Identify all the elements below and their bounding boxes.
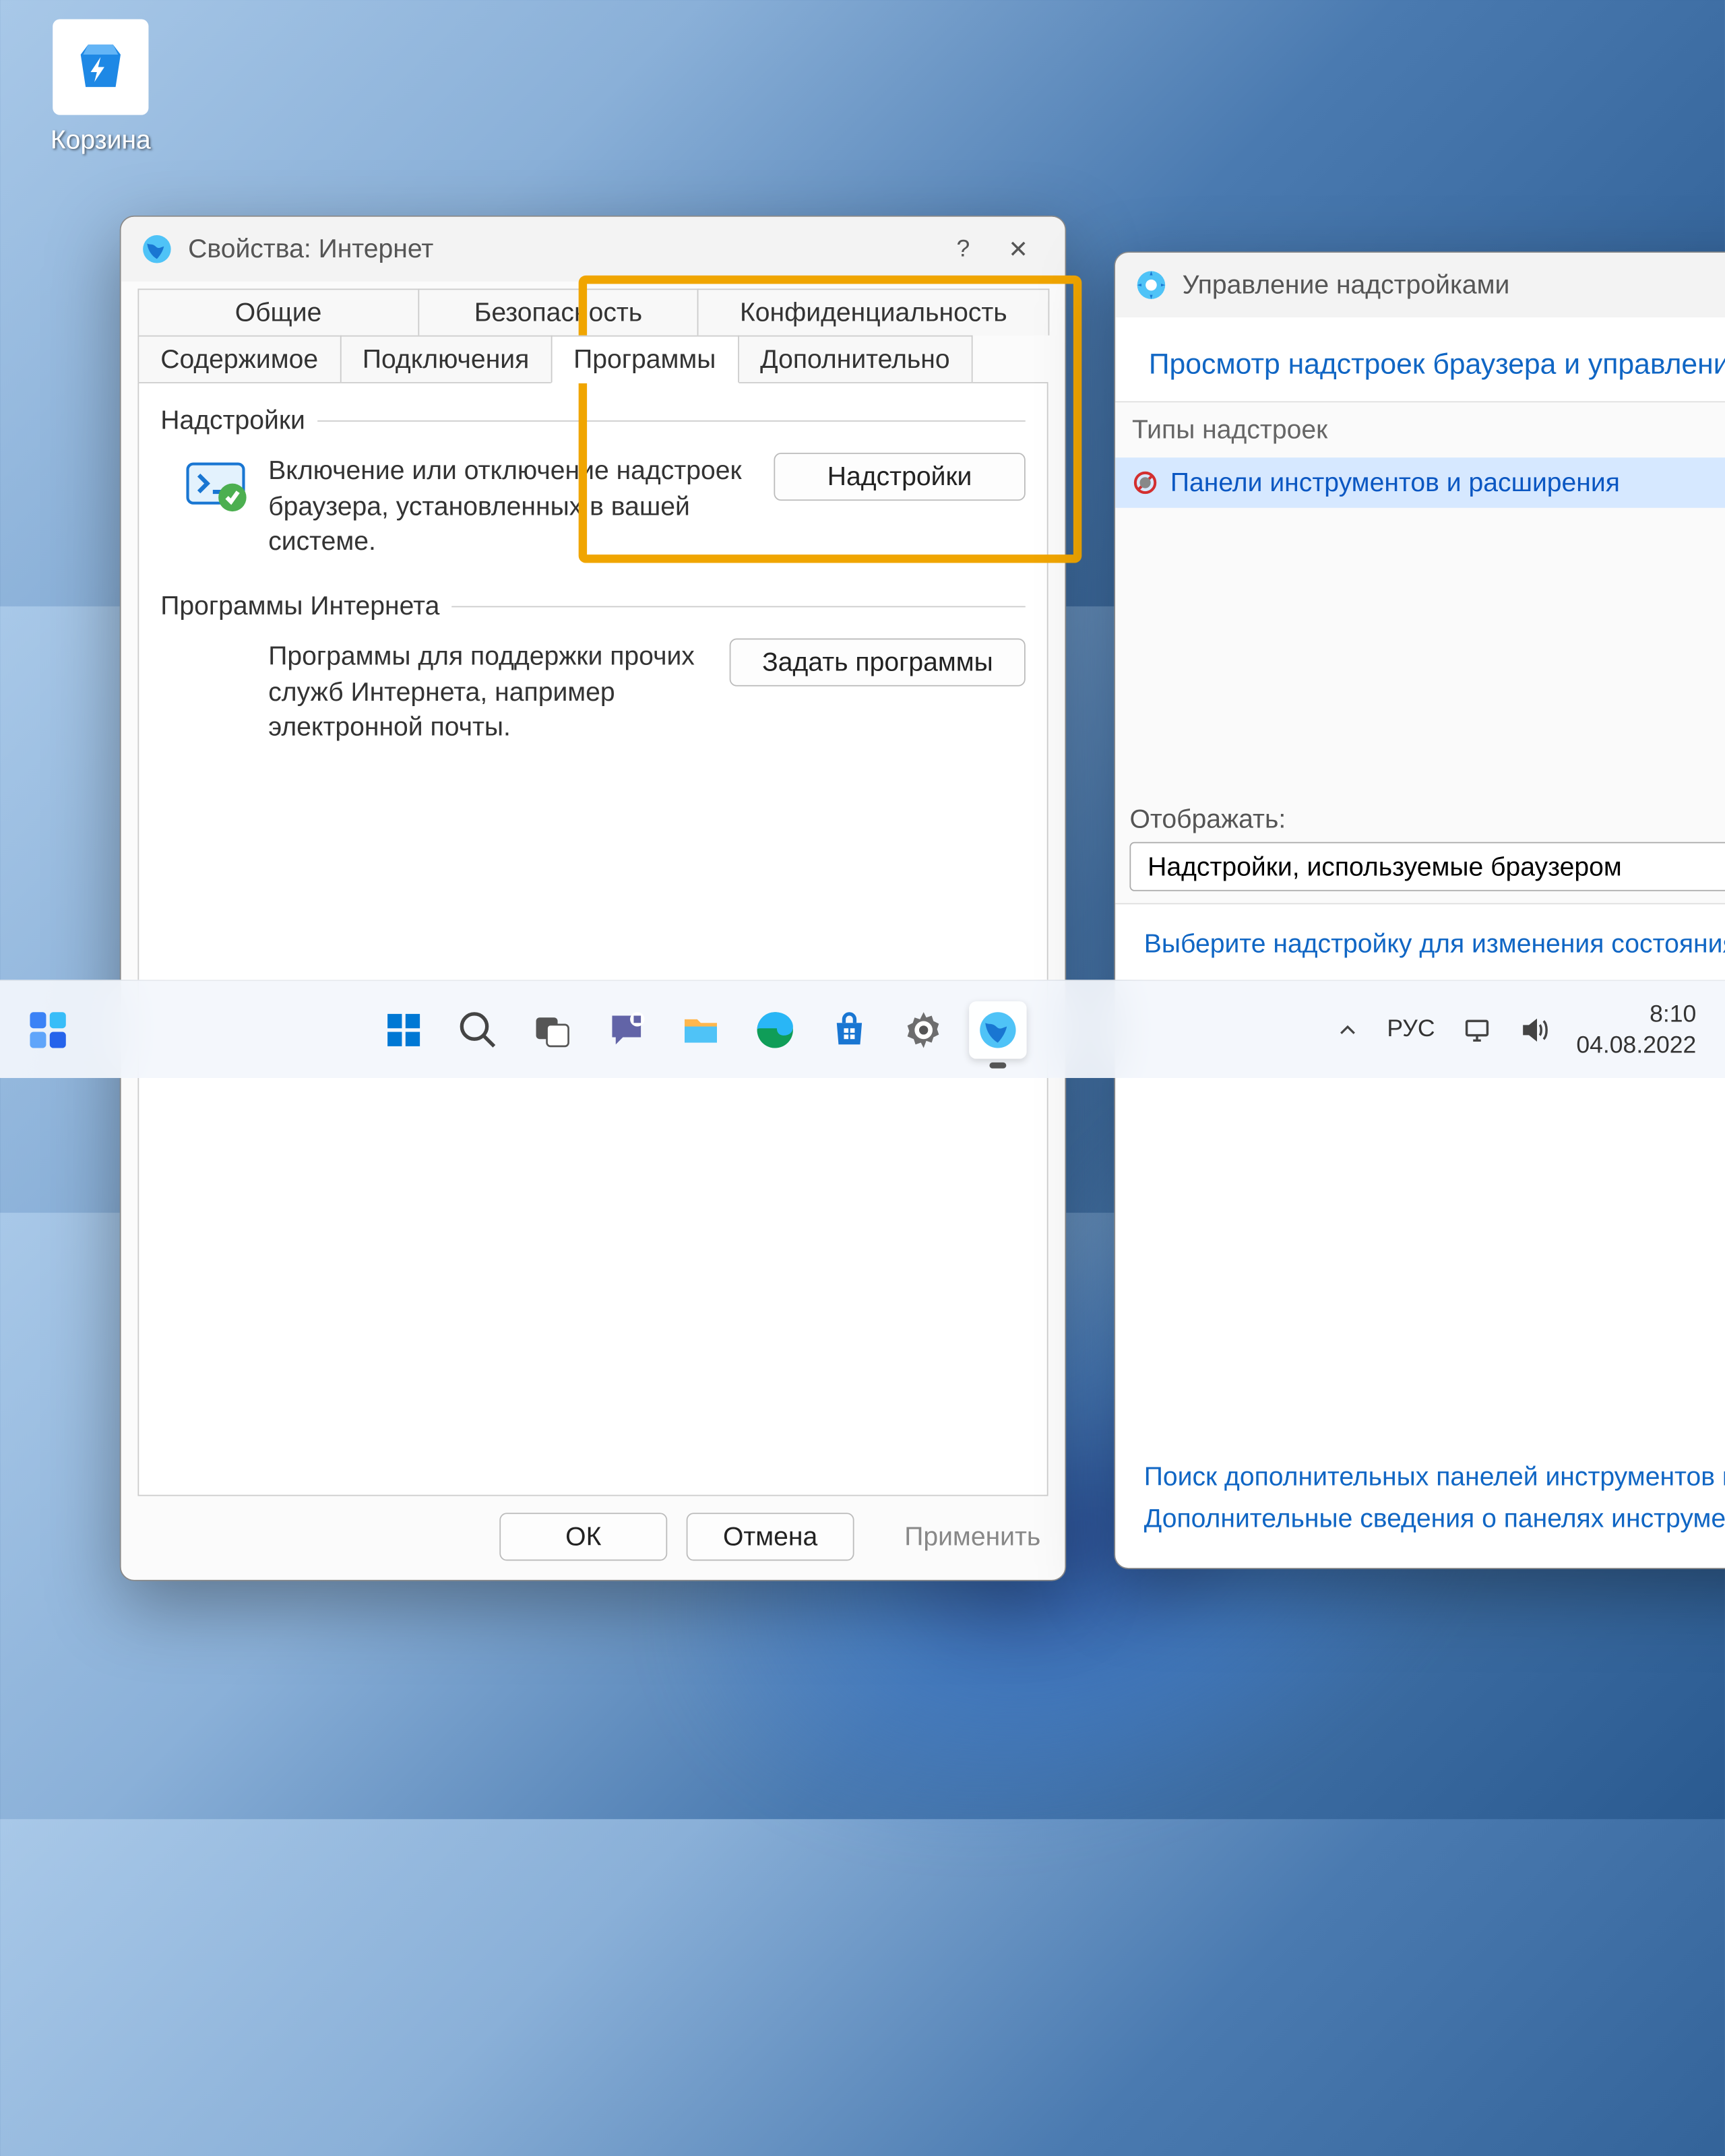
titlebar: Свойства: Интернет ? ✕ <box>121 217 1065 282</box>
tab-programs[interactable]: Программы <box>551 336 739 383</box>
internet-options-app[interactable] <box>969 1001 1026 1058</box>
addons-group-label: Надстройки <box>160 405 305 436</box>
manage-addons-dialog: Управление надстройками ✕ Просмотр надст… <box>1114 251 1725 1569</box>
recycle-bin-label: Корзина <box>51 125 151 154</box>
help-button[interactable]: ? <box>935 235 991 263</box>
volume-icon[interactable] <box>1519 1014 1550 1045</box>
detail-hint: Выберите надстройку для изменения состоя… <box>1115 904 1725 983</box>
type-toolbars-extensions[interactable]: Панели инструментов и расширения <box>1115 457 1725 508</box>
store-button[interactable] <box>821 1001 878 1058</box>
show-dropdown[interactable]: Надстройки, используемые браузером <box>1129 842 1725 891</box>
settings-button[interactable] <box>895 1001 952 1058</box>
cancel-button[interactable]: Отмена <box>687 1513 854 1560</box>
date-text: 04.08.2022 <box>1576 1029 1696 1060</box>
chat-button[interactable] <box>598 1001 655 1058</box>
tab-panel: Надстройки Включение или отключение надс… <box>137 382 1048 1496</box>
widgets-button[interactable] <box>19 1001 76 1058</box>
link-learn-more[interactable]: Дополнительные сведения о панелях инстру… <box>1144 1497 1725 1540</box>
ok-button[interactable]: ОК <box>499 1513 667 1560</box>
blocked-icon <box>1132 470 1158 496</box>
language-indicator[interactable]: РУС <box>1387 1016 1435 1044</box>
search-button[interactable] <box>449 1001 507 1058</box>
dialog-title: Управление надстройками <box>1183 270 1725 300</box>
recycle-bin-icon <box>53 19 148 115</box>
taskbar: РУС 8:10 04.08.2022 <box>0 980 1725 1078</box>
set-programs-button[interactable]: Задать программы <box>730 639 1026 687</box>
show-label: Отображать: <box>1129 804 1725 835</box>
tray-chevron-icon[interactable] <box>1334 1016 1360 1042</box>
tab-security[interactable]: Безопасность <box>418 288 699 335</box>
internet-properties-dialog: Свойства: Интернет ? ✕ Общие Безопасност… <box>120 216 1066 1581</box>
addons-desc: Включение или отключение надстроек брауз… <box>268 453 755 559</box>
programs-desc: Программы для поддержки прочих служб Инт… <box>268 639 711 745</box>
recycle-bin[interactable]: Корзина <box>29 19 172 156</box>
types-label: Типы надстроек <box>1115 402 1725 457</box>
dialog-title: Свойства: Интернет <box>188 234 935 265</box>
programs-group-label: Программы Интернета <box>160 591 439 622</box>
tab-advanced[interactable]: Дополнительно <box>737 336 972 382</box>
network-icon[interactable] <box>1462 1014 1493 1045</box>
edge-button[interactable] <box>746 1001 803 1058</box>
clock[interactable]: 8:10 04.08.2022 <box>1576 998 1696 1060</box>
explorer-button[interactable] <box>672 1001 729 1058</box>
tab-general[interactable]: Общие <box>137 288 418 335</box>
apply-button[interactable]: Применить <box>873 1513 1041 1560</box>
tab-content[interactable]: Содержимое <box>137 336 340 382</box>
tab-connections[interactable]: Подключения <box>340 336 552 382</box>
dialog-heading: Просмотр надстроек браузера и управление… <box>1115 317 1725 401</box>
globe-icon <box>140 232 174 266</box>
addons-button[interactable]: Надстройки <box>774 453 1025 501</box>
task-view-button[interactable] <box>524 1001 581 1058</box>
titlebar: Управление надстройками ✕ <box>1115 253 1725 317</box>
settings-icon <box>1135 268 1168 302</box>
time-text: 8:10 <box>1576 998 1696 1029</box>
link-find-more[interactable]: Поиск дополнительных панелей инструменто… <box>1144 1455 1725 1497</box>
addons-icon <box>182 453 249 520</box>
tab-privacy[interactable]: Конфиденциальность <box>697 288 1049 335</box>
addon-types-pane: Типы надстроек Панели инструментов и рас… <box>1115 402 1725 903</box>
start-button[interactable] <box>375 1001 432 1058</box>
type-item-label: Панели инструментов и расширения <box>1170 467 1620 498</box>
close-button[interactable]: ✕ <box>991 234 1046 264</box>
